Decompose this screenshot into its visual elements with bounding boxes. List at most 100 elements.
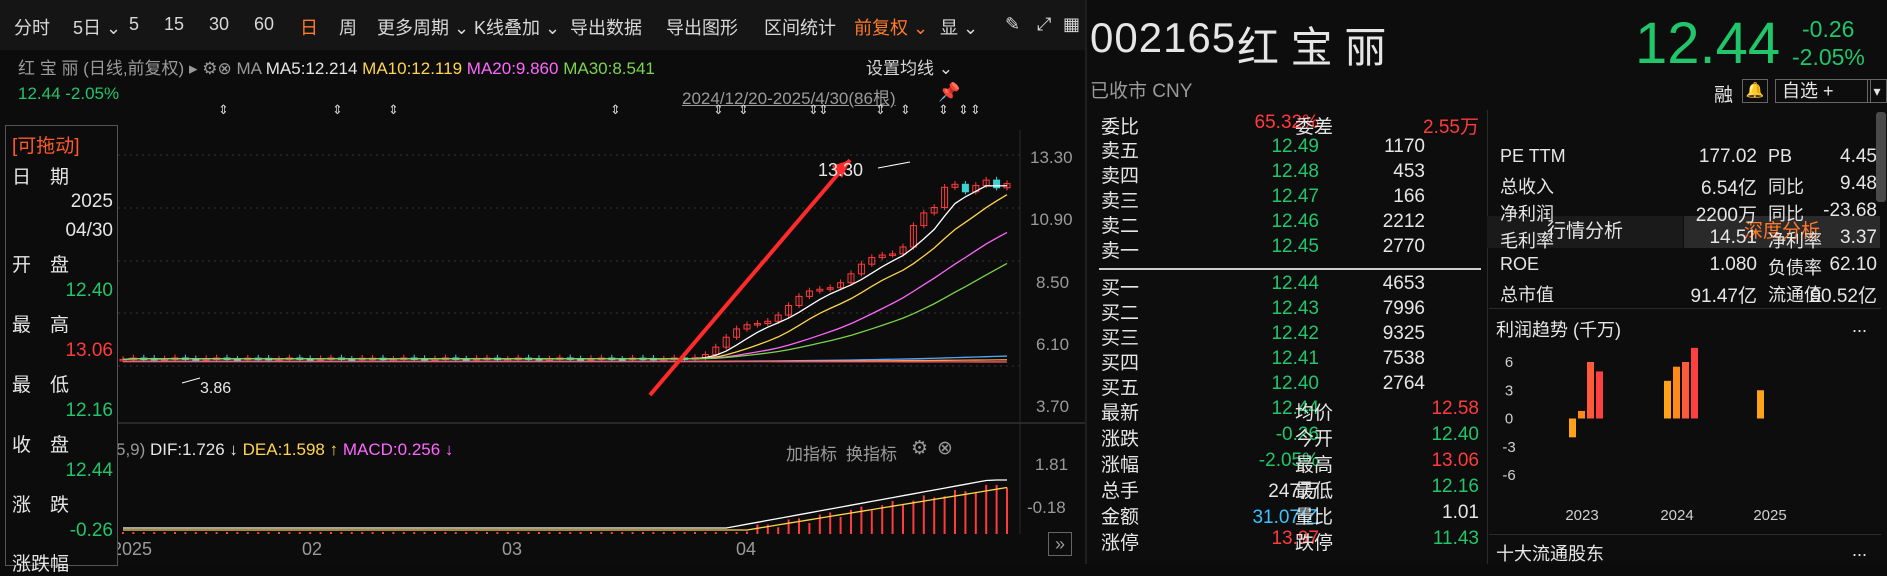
bid-label-4: 买五 <box>1101 373 1139 400</box>
weibi-label: 委比 <box>1101 112 1139 139</box>
pe-label: PE TTM <box>1500 146 1566 167</box>
stat-label-5-a: 涨停 <box>1101 528 1139 555</box>
bid-label-0: 买一 <box>1101 273 1139 300</box>
profit-trend-chart: 630-3-6202320242025 <box>1489 340 1881 530</box>
period-5min[interactable]: 5 <box>129 14 139 35</box>
watchlist-dropdown-icon[interactable]: ▾ <box>1867 79 1887 103</box>
bid-price-2[interactable]: 12.42 <box>1207 323 1319 345</box>
dea-value: DEA:1.598 <box>243 440 325 459</box>
bid-price-1[interactable]: 12.43 <box>1207 298 1319 320</box>
ask-price-3[interactable]: 12.46 <box>1207 211 1319 233</box>
ask-price-0[interactable]: 12.49 <box>1207 136 1319 158</box>
pb-label: PB <box>1768 146 1792 167</box>
period-daily[interactable]: 日 <box>300 14 318 40</box>
profit-bar-2025-0 <box>1757 390 1764 418</box>
low-price-label: 3.86 <box>200 380 231 398</box>
event-marker-0: ⇕ <box>218 102 229 117</box>
date-value: 04/30 <box>65 220 113 242</box>
event-marker-2: ⇕ <box>388 102 399 117</box>
close-icon[interactable]: ⊗ <box>937 437 953 460</box>
net-profit-yoy-value: -23.68 <box>1807 200 1877 222</box>
dea-line <box>123 488 1007 531</box>
display-menu[interactable]: 显 ⌄ <box>940 14 978 40</box>
bid-label-3: 买四 <box>1101 348 1139 375</box>
event-marker-8: ⇕ <box>875 102 886 117</box>
range-stats-button[interactable]: 区间统计 <box>764 14 836 40</box>
period-60min[interactable]: 60 <box>254 14 274 35</box>
ask-price-2[interactable]: 12.47 <box>1207 186 1319 208</box>
stat-label-2-a: 涨幅 <box>1101 450 1139 477</box>
more-periods-menu[interactable]: 更多周期 ⌄ <box>377 14 469 40</box>
profit-y-tick-0: 6 <box>1505 354 1513 371</box>
stat-value-2-b: 13.06 <box>1377 450 1479 472</box>
profit-x-label-0: 2023 <box>1565 507 1598 524</box>
margin-label: 融 <box>1714 80 1733 107</box>
macd-panel <box>123 480 1007 534</box>
stat-label-0-a: 最新 <box>1101 398 1139 425</box>
profit-y-tick-4: -6 <box>1502 467 1515 484</box>
add-watchlist-button[interactable]: 自选 + <box>1775 79 1871 103</box>
chart-annotations: ⇕⇕⇕⇕⇕⇕⇕⇕⇕⇕⇕⇕⇕ <box>182 102 981 395</box>
bid-price-0[interactable]: 12.44 <box>1207 273 1319 295</box>
scroll-right-button[interactable]: » <box>1048 532 1072 556</box>
ask-price-4[interactable]: 12.45 <box>1207 236 1319 258</box>
weicha-value: 2.55万 <box>1377 112 1479 139</box>
grid-icon[interactable]: ▦ <box>1063 14 1080 35</box>
high-value: 13.06 <box>65 340 113 362</box>
high-price-label: 13.30 <box>818 160 863 181</box>
scrollbar[interactable] <box>1876 112 1886 202</box>
stat-label-3-a: 总手 <box>1101 476 1139 503</box>
stat-label-2-b: 最高 <box>1295 450 1333 477</box>
export-chart-button[interactable]: 导出图形 <box>666 14 738 40</box>
add-indicator-button[interactable]: 加指标 <box>786 440 837 465</box>
close-label: 收 盘 <box>12 430 69 457</box>
x-label-2025: 2025 <box>112 539 152 560</box>
bid-label-2: 买三 <box>1101 323 1139 350</box>
ask-label-3: 卖二 <box>1101 211 1139 238</box>
stat-value-5-b: 11.43 <box>1377 528 1479 550</box>
gear-icon[interactable]: ⚙ <box>911 437 928 460</box>
switch-indicator-button[interactable]: 换指标 <box>846 440 897 465</box>
ask-volume-4: 2770 <box>1317 236 1425 258</box>
profit-trend-more[interactable]: ... <box>1852 316 1867 337</box>
stat-label-4-a: 金额 <box>1101 502 1139 529</box>
period-weekly[interactable]: 周 <box>339 14 357 40</box>
export-data-button[interactable]: 导出数据 <box>570 14 642 40</box>
bid-price-3[interactable]: 12.41 <box>1207 348 1319 370</box>
period-5day[interactable]: 5日 ⌄ <box>73 14 121 40</box>
profit-bar-2024-1 <box>1673 367 1680 419</box>
x-label-04: 04 <box>736 539 756 560</box>
period-30min[interactable]: 30 <box>209 14 229 35</box>
bell-icon[interactable]: 🔔 <box>1742 79 1768 103</box>
profit-bar-2023-2 <box>1587 362 1594 419</box>
top-holders-title: 十大流通股东 <box>1496 540 1604 566</box>
trend-arrow-line <box>650 160 850 395</box>
ask-price-1[interactable]: 12.48 <box>1207 161 1319 183</box>
period-15min[interactable]: 15 <box>164 14 184 35</box>
top-holders-more[interactable]: ... <box>1852 540 1867 561</box>
y-tick-3: 8.50 <box>1036 273 1069 293</box>
kline-svg: ⇕⇕⇕⇕⇕⇕⇕⇕⇕⇕⇕⇕⇕ <box>0 50 1085 564</box>
x-label-03: 03 <box>502 539 522 560</box>
gross-margin-label: 毛利率 <box>1500 227 1554 253</box>
bid-price-4[interactable]: 12.40 <box>1207 373 1319 395</box>
x-label-02: 02 <box>302 539 322 560</box>
market-cap-value: 91.47亿 <box>1647 281 1757 308</box>
profit-x-label-1: 2024 <box>1660 507 1693 524</box>
price-change: -0.26 <box>1802 16 1854 43</box>
kline-overlay-menu[interactable]: K线叠加 ⌄ <box>474 14 560 40</box>
y-tick-4: 6.10 <box>1036 335 1069 355</box>
bid-volume-4: 2764 <box>1317 373 1425 395</box>
brush-icon[interactable]: ✎ <box>1005 14 1020 35</box>
event-marker-7: ⇕ <box>818 102 829 117</box>
revenue-yoy-label: 同比 <box>1768 173 1804 199</box>
period-timeshare[interactable]: 分时 <box>14 14 50 40</box>
fullscreen-icon[interactable]: ⤢ <box>1037 14 1051 35</box>
candle-info-panel[interactable]: [可拖动] 日 期 2025 04/30 开 盘 12.40 最 高 13.06… <box>5 125 118 566</box>
adjust-mode-menu[interactable]: 前复权 ⌄ <box>854 14 928 40</box>
low-value: 12.16 <box>65 400 113 422</box>
stat-value-1-b: 12.40 <box>1377 424 1479 446</box>
low-pointer <box>182 378 200 383</box>
profit-bar-2024-3 <box>1691 348 1698 419</box>
order-book: 委比 65.32% 委差 2.55万 卖五12.491170卖四12.48453… <box>1087 0 1487 564</box>
